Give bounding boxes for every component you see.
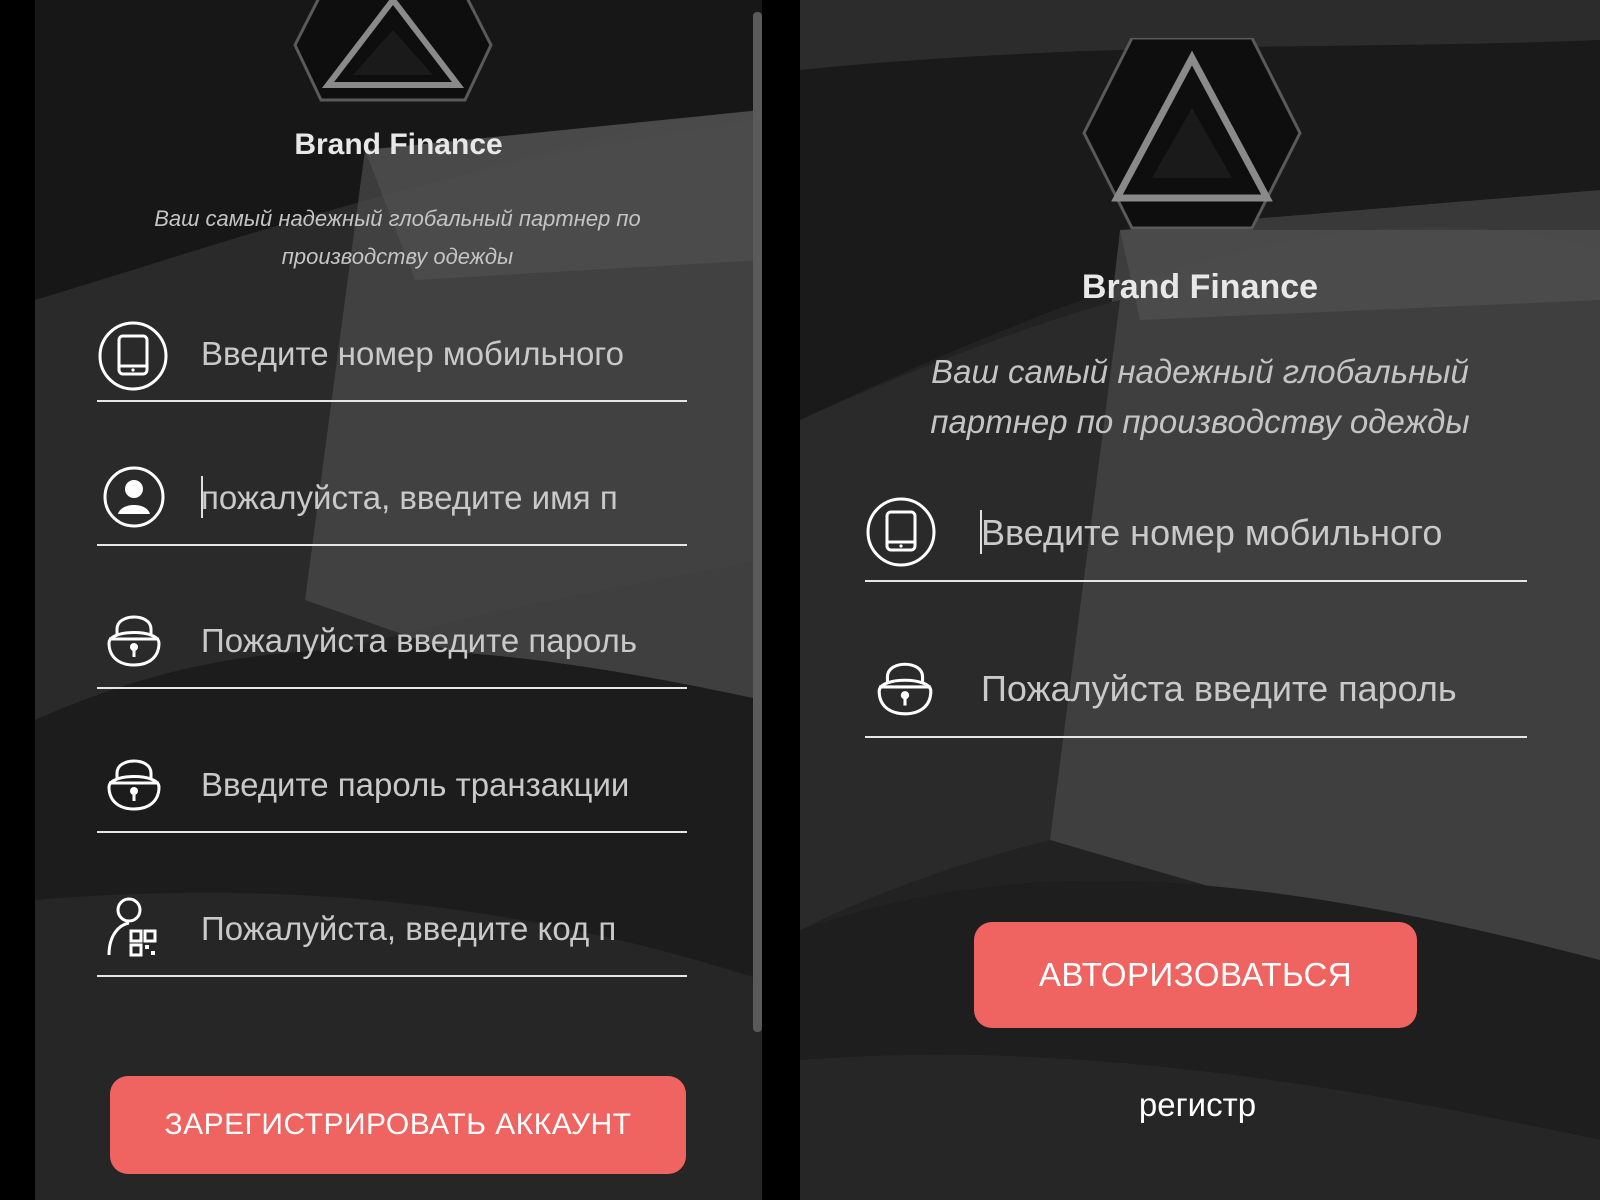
phone-input[interactable]	[201, 330, 661, 378]
username-input[interactable]	[201, 474, 661, 522]
phone-field	[97, 318, 687, 402]
login-screen: Brand Finance Ваш самый надежный глобаль…	[800, 0, 1600, 1200]
password-field	[865, 652, 1527, 738]
phone-icon	[98, 321, 168, 391]
register-account-button[interactable]: ЗАРЕГИСТРИРОВАТЬ АККАУНТ	[110, 1076, 686, 1174]
phone-icon	[866, 497, 936, 567]
login-button[interactable]: АВТОРИЗОВАТЬСЯ	[974, 922, 1417, 1028]
user-icon	[103, 466, 165, 528]
password-input[interactable]	[981, 664, 1491, 714]
brand-logo-icon	[293, 0, 493, 102]
tagline: Ваш самый надежный глобальный партнер по…	[154, 206, 641, 269]
brand-title: Brand Finance	[1081, 268, 1319, 306]
invite-code-icon	[107, 897, 157, 957]
register-screen: Brand Finance Ваш самый надежный глобаль…	[35, 0, 762, 1200]
invite-code-input[interactable]	[201, 905, 661, 953]
brand-title: Brand Finance	[294, 128, 503, 161]
password-field	[97, 605, 687, 689]
password-input[interactable]	[201, 617, 661, 665]
transaction-password-field	[97, 749, 687, 833]
scrollbar[interactable]	[753, 12, 762, 1032]
lock-icon	[107, 759, 161, 811]
tagline: Ваш самый надежный глобальный партнер по…	[930, 353, 1470, 440]
register-link[interactable]: регистр	[800, 1086, 1595, 1124]
phone-input[interactable]	[981, 508, 1491, 558]
phone-field	[865, 492, 1527, 582]
lock-icon	[107, 615, 161, 667]
brand-logo-icon	[1082, 38, 1302, 230]
lock-icon	[877, 662, 933, 716]
invite-code-field	[97, 893, 687, 977]
username-field	[97, 462, 687, 546]
background-texture	[35, 0, 762, 1200]
transaction-password-input[interactable]	[201, 761, 661, 809]
